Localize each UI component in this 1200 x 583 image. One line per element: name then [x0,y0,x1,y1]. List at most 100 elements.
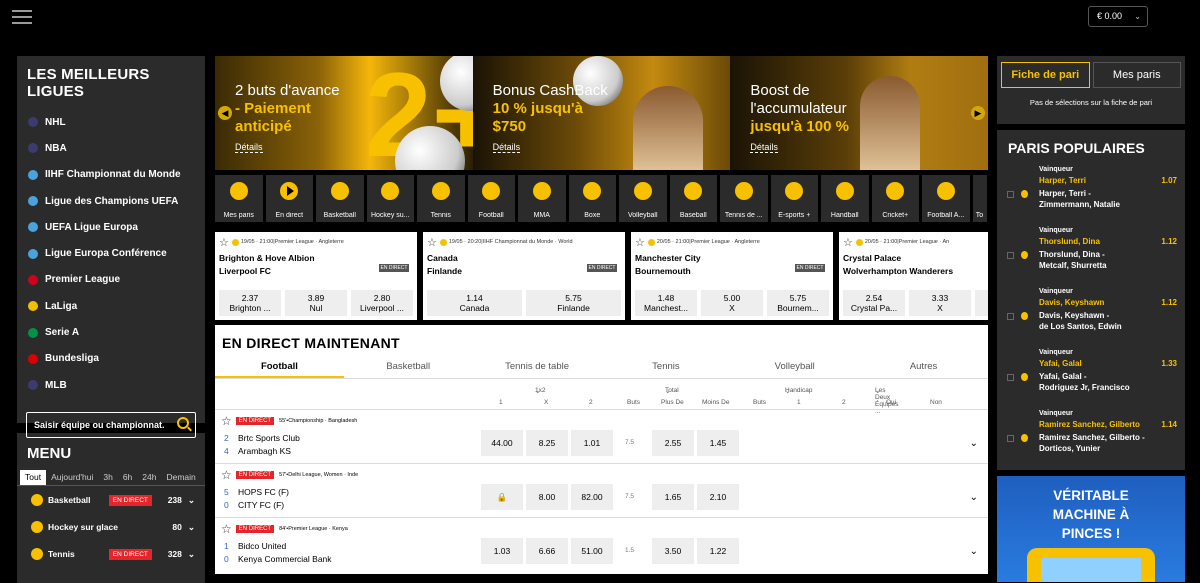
menu-tab[interactable]: 3h [98,470,117,485]
selection-odds[interactable]: 1.33 [1161,359,1177,368]
favorite-star-icon[interactable]: ☆ [221,522,232,536]
sport-tile[interactable]: To [972,175,987,222]
league-item[interactable]: MLB [17,372,205,398]
odds-button[interactable]: 2.37 Brighton ... [219,290,281,316]
live-sport-tab[interactable]: Tennis de table [473,359,602,378]
sport-tile[interactable]: Tennis [417,175,465,222]
select-checkbox[interactable] [1007,374,1014,381]
popular-bet-item[interactable]: Vainqueur Harper, Terri 1.07 Harper, Terri … [997,166,1185,227]
promo-1-details-link[interactable]: Détails [235,142,263,153]
expand-chevron-icon[interactable]: ⌄ [970,492,978,503]
menu-sport-row[interactable]: Basketball EN DIRECT 238 ⌄ [17,487,205,513]
menu-tab[interactable]: Tout [20,470,47,485]
sport-tile[interactable]: Mes paris [215,175,263,222]
market-btts-header[interactable]: Les Deux Équipes ... ⌄ [875,387,899,415]
odds-button[interactable]: 2.54 Crystal Pa... [843,290,905,316]
menu-tab[interactable]: 6h [118,470,137,485]
odds-button[interactable]: 8.00 [526,484,568,510]
chevron-down-icon[interactable]: ⌄ [188,522,195,533]
live-match-row[interactable]: ☆ EN DIRECT 84' • Premier League · Kenya 1 B… [215,517,988,571]
league-item[interactable]: Ligue des Champions UEFA [17,188,205,214]
odds-button[interactable]: 51.00 [571,538,613,564]
popular-bet-item[interactable]: Vainqueur Thorslund, Dina 1.12 Thorslund, D… [997,227,1185,288]
odds-button[interactable]: 3.89 Nul [285,290,347,316]
odds-button[interactable]: 44.00 [481,430,523,456]
select-checkbox[interactable] [1007,191,1014,198]
league-item[interactable]: Ligue Europa Conférence [17,240,205,266]
odds-button[interactable]: 🔒 [481,484,523,510]
carousel-prev-arrow-icon[interactable]: ◀ [218,106,232,120]
live-sport-tab[interactable]: Football [215,359,344,378]
team-search-input[interactable]: Saisir équipe ou championnat. [26,412,196,439]
menu-sport-row[interactable]: Hockey sur glace 80 ⌄ [17,514,205,540]
favorite-star-icon[interactable]: ☆ [635,236,645,249]
match-card[interactable]: ☆ 20/05 · 21:00 | Premier League · Anglet… [631,232,833,320]
odds-button[interactable]: 82.00 [571,484,613,510]
popular-bet-item[interactable]: Vainqueur Davis, Keyshawn 1.12 Davis, Keysh… [997,288,1185,349]
league-item[interactable]: Premier League [17,267,205,293]
league-item[interactable]: Bundesliga [17,346,205,372]
selection-odds[interactable]: 1.12 [1161,237,1177,246]
odds-button[interactable]: 1.48 Manchest... [635,290,697,316]
expand-chevron-icon[interactable]: ⌄ [970,438,978,449]
favorite-star-icon[interactable]: ☆ [427,236,437,249]
live-sport-tab[interactable]: Autres [859,359,988,378]
balance-dropdown[interactable]: € 0.00 ⌄ [1088,6,1148,27]
market-total-header[interactable]: Total ⌄ [665,387,679,395]
sport-tile[interactable]: Football A... [922,175,970,222]
favorite-star-icon[interactable]: ☆ [221,468,232,482]
sport-tile[interactable]: Cricket+ [871,175,919,222]
favorite-star-icon[interactable]: ☆ [843,236,853,249]
sport-tile[interactable]: Volleyball [619,175,667,222]
odds-button[interactable]: 6.66 [526,538,568,564]
favorite-star-icon[interactable]: ☆ [221,414,232,428]
sport-tile[interactable]: Football [467,175,515,222]
live-sport-tab[interactable]: Volleyball [730,359,859,378]
sport-tile[interactable]: Baseball [669,175,717,222]
match-card[interactable]: ☆ 19/05 · 21:00 | Premier League · Anglet… [215,232,417,320]
selection-odds[interactable]: 1.07 [1161,176,1177,185]
bet-slip-tab[interactable]: Fiche de pari [1001,62,1090,88]
odds-button[interactable]: 2.55 [652,430,694,456]
odds-button[interactable]: 5.75 Finlande [526,290,621,316]
odds-button[interactable]: 1.65 [652,484,694,510]
sport-tile[interactable]: MMA [518,175,566,222]
odds-button[interactable]: 2.80 Liverpool ... [351,290,413,316]
odds-button[interactable]: 1.03 [481,538,523,564]
select-checkbox[interactable] [1007,435,1014,442]
promo-banner-1[interactable]: 2+ 2 buts d'avance - Paiement anticipé Dét… [215,56,473,170]
odds-button[interactable]: 5.75 Bournem... [767,290,829,316]
odds-button[interactable]: 1.45 [697,430,739,456]
favorite-star-icon[interactable]: ☆ [219,236,229,249]
claw-machine-ad[interactable]: VÉRITABLE MACHINE À PINCES ! [997,476,1185,582]
my-bets-tab[interactable]: Mes paris [1092,62,1181,88]
odds-button[interactable]: 1.01 [571,430,613,456]
selection-odds[interactable]: 1.12 [1161,298,1177,307]
select-checkbox[interactable] [1007,252,1014,259]
match-card[interactable]: ☆ 19/05 · 20:20 | IIHF Championnat du Mon… [423,232,625,320]
league-item[interactable]: NBA [17,135,205,161]
live-match-row[interactable]: ☆ EN DIRECT 57' • Delhi League, Women · In… [215,463,988,517]
odds-button[interactable]: 8.25 [526,430,568,456]
select-checkbox[interactable] [1007,313,1014,320]
promo-banner-2[interactable]: Bonus CashBack 10 % jusqu'à $750 Détails [472,56,731,170]
promo-banner-3[interactable]: Boost de l'accumulateur jusqu'à 100 % Déta… [730,56,989,170]
promo-2-details-link[interactable]: Détails [492,142,521,153]
market-handicap-header[interactable]: Handicap ⌄ [785,387,812,395]
odds-button[interactable]: 5.00 X [701,290,763,316]
menu-tab[interactable]: 24h [137,470,161,485]
odds-button[interactable]: W [975,290,988,316]
league-item[interactable]: UEFA Ligue Europa [17,214,205,240]
hamburger-menu-icon[interactable] [12,10,32,26]
odds-button[interactable]: 2.10 [697,484,739,510]
odds-button[interactable]: 1.14 Canada [427,290,522,316]
sport-tile[interactable]: E-sports + [770,175,818,222]
popular-bet-item[interactable]: Vainqueur Yafai, Galal 1.33 Yafai, Galal - R… [997,349,1185,410]
popular-bet-item[interactable]: Vainqueur Ramirez Sanchez, Gilberto 1.14 Ra… [997,410,1185,471]
selection-odds[interactable]: 1.14 [1161,420,1177,429]
expand-chevron-icon[interactable]: ⌄ [970,546,978,557]
live-sport-tab[interactable]: Basketball [344,359,473,378]
menu-sport-row[interactable]: Tennis EN DIRECT 328 ⌄ [17,541,205,567]
sport-tile[interactable]: Tennis de ... [720,175,768,222]
market-1x2-header[interactable]: 1x2 ⌄ [535,387,545,395]
